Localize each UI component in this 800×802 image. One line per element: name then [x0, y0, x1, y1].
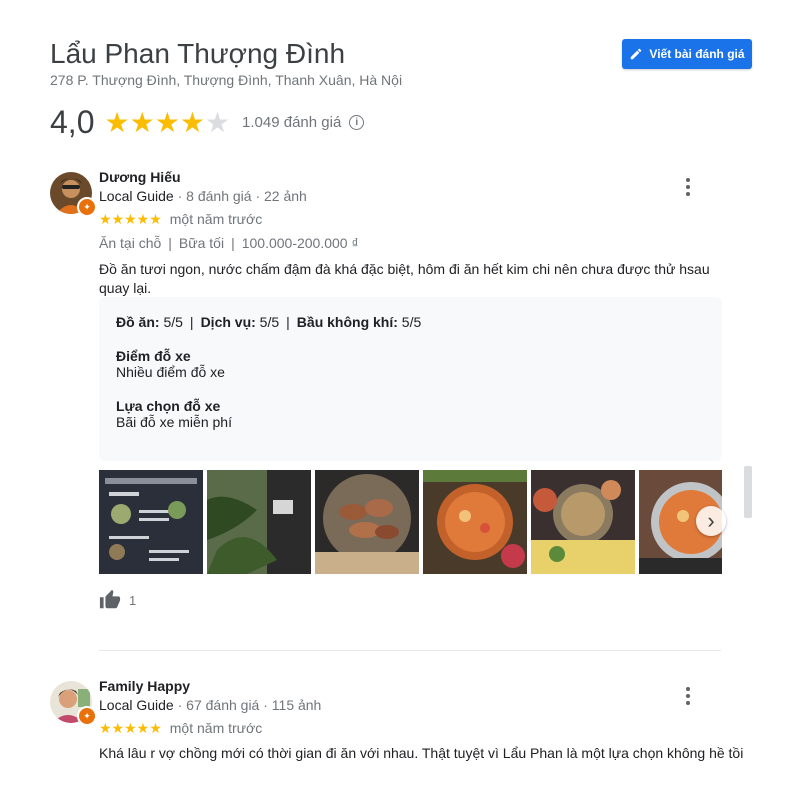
average-rating: 4,0 [50, 104, 95, 140]
review-photos [99, 470, 722, 574]
star-icon: ★ [104, 106, 130, 138]
scrollbar[interactable] [744, 466, 752, 518]
local-guide-badge-icon: ✦ [77, 706, 97, 726]
parking-option-detail: Lựa chọn đỗ xe Bãi đỗ xe miễn phí [116, 398, 232, 430]
review-stars: ★★★★★ [99, 211, 162, 227]
review-text: Đồ ăn tươi ngon, nước chấm đậm đà khá đặ… [99, 261, 710, 296]
write-review-label: Viết bài đánh giá [649, 47, 745, 61]
review-tags: Ăn tại chỗ | Bữa tối | 100.000-200.000 ₫ [99, 235, 359, 251]
review-photo[interactable] [99, 470, 203, 574]
review-card: ✦ Dương Hiếu Local Guide · 8 đánh giá · … [50, 169, 730, 612]
reviewer-meta: Local Guide · 67 đánh giá · 115 ảnh [99, 697, 322, 713]
review-scores: Đồ ăn: 5/5 | Dịch vụ: 5/5 | Bầu không khí: 5… [116, 314, 422, 330]
like-button[interactable]: 1 [99, 589, 136, 611]
more-options-icon[interactable] [686, 687, 690, 705]
star-icon: ★ [154, 106, 180, 138]
like-count: 1 [129, 592, 137, 608]
review-card: ✦ Family Happy Local Guide · 67 đánh giá… [50, 678, 744, 781]
star-icon: ★ [179, 106, 205, 138]
review-divider [99, 650, 721, 651]
photos-next-button[interactable]: › [696, 506, 726, 536]
review-photo[interactable] [207, 470, 311, 574]
star-icon: ★ [129, 106, 155, 138]
reviewer-name[interactable]: Dương Hiếu [99, 169, 181, 185]
review-text: Khá lâu r vợ chồng mới có thời gian đi ă… [99, 745, 744, 761]
place-title: Lẩu Phan Thượng Đình [50, 38, 346, 69]
parking-detail: Điểm đỗ xe Nhiều điểm đỗ xe [116, 348, 225, 380]
rating-stars: ★ ★ ★ ★ ★ [104, 106, 231, 138]
review-photo[interactable] [315, 470, 419, 574]
review-stars: ★★★★★ [99, 720, 162, 736]
review-photo[interactable] [531, 470, 635, 574]
review-rating: ★★★★★ một năm trước [99, 720, 262, 736]
reviewer-meta: Local Guide · 8 đánh giá · 22 ảnh [99, 188, 307, 204]
write-review-button[interactable]: Viết bài đánh giá [622, 39, 752, 69]
local-guide-badge-icon: ✦ [77, 197, 97, 217]
place-address: 278 P. Thượng Đình, Thượng Đình, Thanh X… [50, 72, 403, 88]
reviewer-name[interactable]: Family Happy [99, 678, 190, 694]
thumbs-up-icon [99, 589, 121, 609]
pencil-icon [631, 48, 642, 60]
review-time: một năm trước [169, 720, 263, 736]
rating-summary: 4,0 ★ ★ ★ ★ ★ 1.049 đánh giá i [50, 104, 365, 141]
review-time: một năm trước [169, 211, 263, 227]
more-options-icon[interactable] [686, 178, 690, 196]
review-details: Đồ ăn: 5/5 | Dịch vụ: 5/5 | Bầu không khí: 5… [99, 297, 722, 461]
star-empty-icon: ★ [204, 106, 231, 138]
review-count: 1.049 đánh giá [242, 114, 342, 131]
review-photo[interactable] [423, 470, 527, 574]
review-rating: ★★★★★ một năm trước [99, 211, 262, 227]
info-icon[interactable]: i [349, 115, 365, 130]
